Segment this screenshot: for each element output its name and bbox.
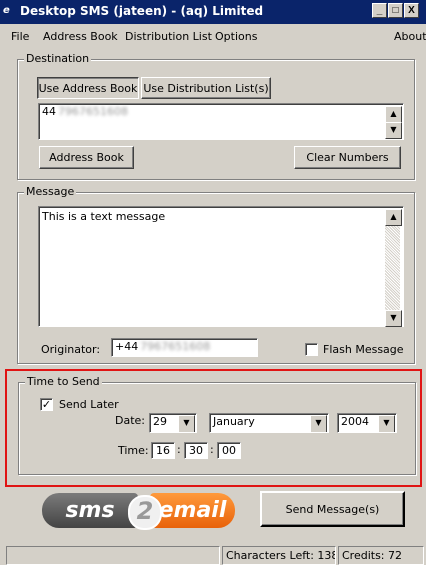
- message-textarea[interactable]: This is a text message: [38, 206, 404, 327]
- month-value: January: [213, 415, 255, 428]
- second-field[interactable]: 00: [217, 442, 241, 459]
- flash-message-checkbox[interactable]: [305, 343, 318, 356]
- time-label: Time:: [118, 444, 149, 457]
- year-dropdown[interactable]: 2004 ▼: [337, 413, 397, 433]
- scroll-down-icon[interactable]: ▼: [385, 310, 402, 327]
- destination-legend: Destination: [24, 52, 92, 65]
- credits: Credits: 72: [338, 546, 424, 565]
- time-separator: :: [177, 443, 181, 456]
- tab-use-address-book[interactable]: Use Address Book: [37, 77, 139, 99]
- originator-field[interactable]: +44 7967651608: [111, 338, 258, 357]
- message-text: This is a text message: [42, 210, 166, 223]
- date-label: Date:: [115, 414, 145, 427]
- scroll-up-icon[interactable]: ▲: [385, 209, 402, 226]
- close-button[interactable]: X: [404, 3, 419, 18]
- numbers-field[interactable]: 44 7967651608: [38, 103, 404, 140]
- originator-label: Originator:: [41, 343, 101, 356]
- day-dropdown[interactable]: 29 ▼: [149, 413, 197, 433]
- hour-field[interactable]: 16: [151, 442, 175, 459]
- message-scrollbar[interactable]: ▲ ▼: [385, 209, 402, 327]
- address-book-button[interactable]: Address Book: [39, 146, 134, 169]
- originator-prefix: +44: [115, 340, 139, 353]
- year-value: 2004: [341, 415, 369, 428]
- originator-redacted: 7967651608: [140, 340, 211, 353]
- day-value: 29: [153, 415, 167, 428]
- clear-numbers-button[interactable]: Clear Numbers: [294, 146, 401, 169]
- logo-email: email: [150, 493, 235, 528]
- title-bar[interactable]: e Desktop SMS (jateen) - (aq) Limited _ …: [0, 0, 426, 24]
- chevron-down-icon[interactable]: ▼: [378, 415, 395, 432]
- flash-message-label: Flash Message: [323, 343, 404, 356]
- minimize-button[interactable]: _: [372, 3, 387, 18]
- menu-address-book[interactable]: Address Book: [43, 30, 118, 43]
- time-to-send-legend: Time to Send: [25, 375, 102, 388]
- logo-two: 2: [128, 495, 162, 530]
- sms2email-logo: sms email 2: [42, 493, 235, 530]
- minute-field[interactable]: 30: [184, 442, 208, 459]
- logo-sms: sms: [42, 493, 138, 528]
- menu-file[interactable]: File: [11, 30, 29, 43]
- menu-bar: File Address Book Distribution List Opti…: [0, 30, 426, 46]
- numbers-scrollbar[interactable]: ▲ ▼: [385, 106, 402, 139]
- chevron-down-icon[interactable]: ▼: [178, 415, 195, 432]
- send-later-label: Send Later: [59, 398, 119, 411]
- menu-distribution-list[interactable]: Distribution List: [125, 30, 212, 43]
- numbers-redacted: 7967651608: [58, 105, 128, 118]
- menu-about[interactable]: About: [394, 30, 426, 43]
- window-title: Desktop SMS (jateen) - (aq) Limited: [20, 4, 264, 18]
- chevron-down-icon[interactable]: ▼: [310, 415, 327, 432]
- app-icon: e: [3, 5, 10, 16]
- scroll-down-icon[interactable]: ▼: [385, 122, 402, 139]
- characters-left: Characters Left: 138: [222, 546, 336, 565]
- send-later-checkbox[interactable]: ✓: [40, 398, 53, 411]
- time-separator: :: [210, 443, 214, 456]
- tab-use-distribution-list[interactable]: Use Distribution List(s): [141, 77, 271, 99]
- menu-options[interactable]: Options: [215, 30, 257, 43]
- message-legend: Message: [24, 185, 77, 198]
- month-dropdown[interactable]: January ▼: [209, 413, 329, 433]
- send-messages-button[interactable]: Send Message(s): [260, 491, 405, 527]
- scroll-up-icon[interactable]: ▲: [385, 106, 402, 123]
- maximize-button[interactable]: □: [388, 3, 403, 18]
- status-panel-empty: [6, 546, 220, 565]
- numbers-prefix: 44: [42, 105, 56, 118]
